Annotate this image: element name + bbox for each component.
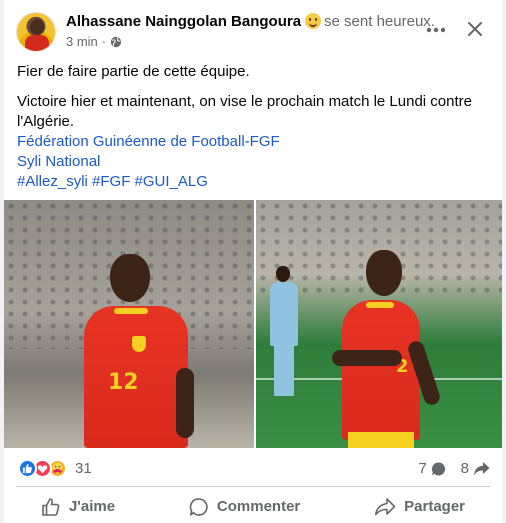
- reactions-summary[interactable]: 31: [18, 459, 92, 478]
- jersey-number: 12: [108, 370, 139, 395]
- actions-divider: [16, 486, 490, 487]
- player-figure: 12: [4, 200, 254, 448]
- like-label: J'aime: [68, 498, 116, 515]
- player-head: [110, 254, 150, 302]
- comments-count[interactable]: 7: [418, 460, 446, 477]
- player-head: [366, 250, 402, 296]
- photo-1[interactable]: 12: [4, 200, 254, 448]
- author-line: Alhassane Nainggolan Bangoura se sent heu…: [66, 13, 435, 30]
- comment-icon: [189, 497, 208, 516]
- jersey-collar: [366, 302, 394, 308]
- photo-2[interactable]: 2: [256, 200, 502, 448]
- player-arm: [176, 368, 194, 438]
- comment-label: Commenter: [216, 498, 301, 515]
- action-bar: J'aime Commenter Partager: [4, 490, 502, 523]
- like-icon: [18, 459, 37, 478]
- player-arm: [332, 350, 402, 366]
- engagement-counts: 7 8: [418, 460, 490, 477]
- reaction-count[interactable]: 31: [75, 460, 92, 477]
- feeling-text: se sent heureux.: [324, 13, 435, 30]
- meta-separator: ·: [101, 34, 107, 49]
- post-time[interactable]: 3 min: [66, 34, 98, 49]
- post-stats: 31 7 8: [4, 452, 502, 486]
- post-text-line-1: Fier de faire partie de cette équipe.: [17, 63, 250, 80]
- tag-fgf-link[interactable]: Fédération Guinéenne de Football-FGF: [17, 132, 492, 152]
- post-text: Fier de faire partie de cette équipe. Vi…: [17, 62, 492, 192]
- post-meta: 3 min ·: [66, 34, 122, 49]
- happy-emoji-icon: [305, 13, 322, 29]
- tag-syli-link[interactable]: Syli National: [17, 152, 492, 172]
- avatar-head: [30, 19, 44, 35]
- comment-bubble-icon: [431, 461, 445, 475]
- like-button[interactable]: J'aime: [31, 490, 125, 523]
- hashtags-link[interactable]: #Allez_syli #FGF #GUI_ALG: [17, 172, 492, 192]
- post-header: Alhassane Nainggolan Bangoura se sent heu…: [4, 0, 502, 58]
- player-shorts: [348, 432, 414, 448]
- comments-count-value: 7: [418, 460, 427, 477]
- share-label: Partager: [404, 498, 466, 515]
- globe-icon[interactable]: [110, 36, 122, 48]
- author-name[interactable]: Alhassane Nainggolan Bangoura: [66, 13, 301, 30]
- jersey-collar: [114, 308, 148, 314]
- close-button[interactable]: [462, 16, 488, 42]
- post-card: Alhassane Nainggolan Bangoura se sent heu…: [4, 0, 502, 523]
- more-options-button[interactable]: [424, 18, 448, 42]
- post-text-line-2: Victoire hier et maintenant, on vise le …: [17, 93, 472, 130]
- jersey-badge: [132, 336, 146, 352]
- photo-grid: 12 2: [4, 200, 502, 448]
- thumbs-up-icon: [42, 497, 60, 516]
- comment-button[interactable]: Commenter: [179, 490, 310, 523]
- author-avatar[interactable]: [16, 12, 56, 52]
- ellipsis-icon: [426, 27, 446, 33]
- shares-count-value: 8: [460, 460, 469, 477]
- avatar-shirt: [25, 35, 49, 51]
- player-figure: 2: [256, 200, 502, 448]
- share-button[interactable]: Partager: [364, 490, 475, 523]
- share-icon: [375, 497, 396, 515]
- shares-count[interactable]: 8: [461, 460, 490, 477]
- close-icon: [468, 22, 482, 36]
- share-arrow-icon: [474, 462, 490, 475]
